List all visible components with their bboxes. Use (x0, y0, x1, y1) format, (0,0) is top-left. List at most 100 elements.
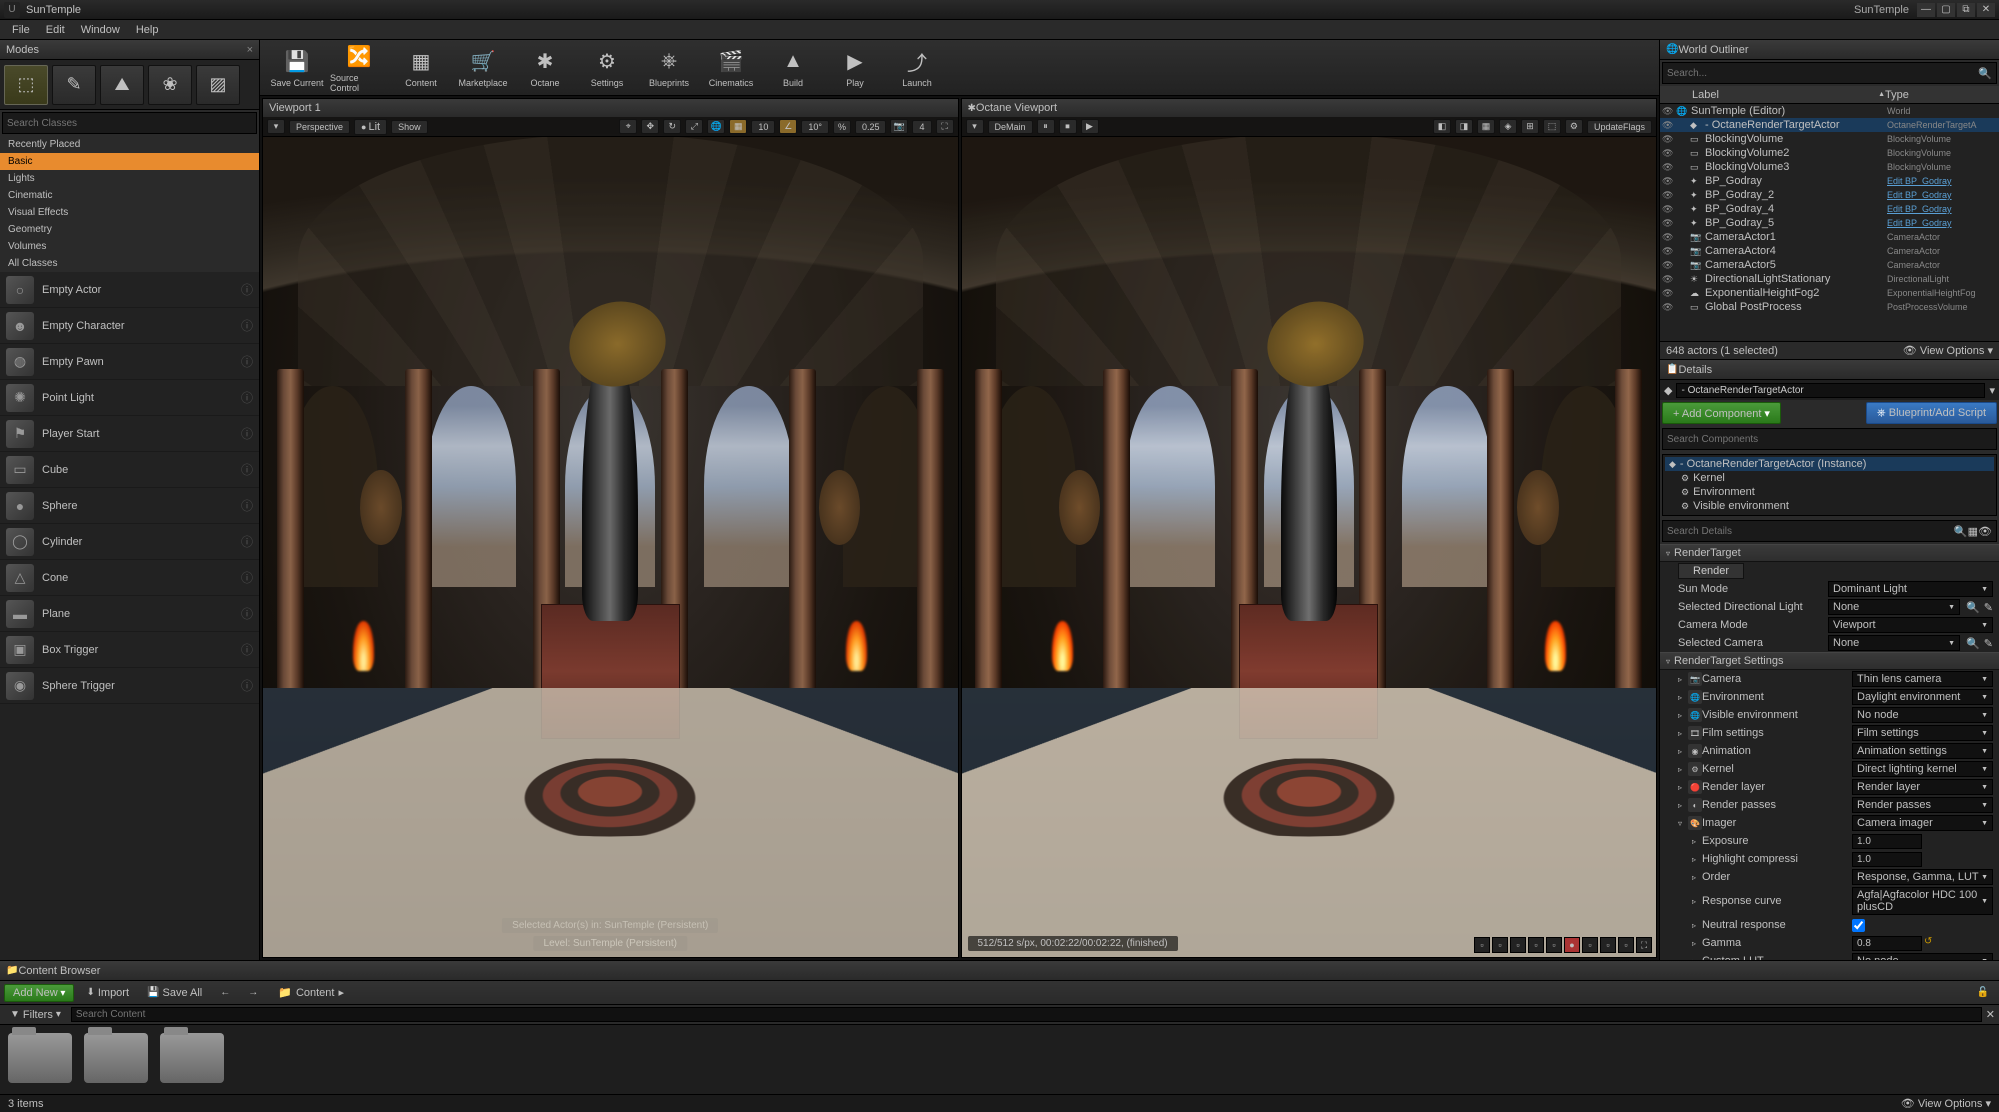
vp1-transform-select-icon[interactable]: ⌖ (619, 119, 637, 134)
restore-button[interactable]: ⧉ (1957, 3, 1975, 17)
placeable-cone[interactable]: △Coneⓘ (0, 560, 259, 596)
vp2-tool-e-icon[interactable]: ⊞ (1521, 119, 1539, 134)
vp1-transform-rotate-icon[interactable]: ↻ (663, 119, 681, 134)
blueprint-button[interactable]: ⎈ Blueprint/Add Script (1866, 402, 1997, 424)
combo[interactable]: Film settings▼ (1852, 725, 1993, 741)
info-icon[interactable]: ⓘ (241, 425, 253, 442)
combo[interactable]: No node▼ (1852, 953, 1993, 960)
outliner-row[interactable]: 👁▭BlockingVolume3BlockingVolume (1660, 160, 1999, 174)
combo[interactable]: Daylight environment▼ (1852, 689, 1993, 705)
vp2-menu-icon[interactable]: ▾ (966, 119, 984, 134)
minimize-button[interactable]: — (1917, 3, 1935, 17)
cb-body[interactable] (0, 1025, 1999, 1094)
info-icon[interactable]: ⓘ (241, 281, 253, 298)
outliner-search[interactable]: 🔍 (1662, 62, 1997, 84)
content-browser-tab[interactable]: 📁 Content Browser (0, 961, 1999, 981)
vp2-tool-f-icon[interactable]: ⬚ (1543, 119, 1561, 134)
toolbar-content-button[interactable]: ▦Content (392, 43, 450, 93)
info-icon[interactable]: ⓘ (241, 317, 253, 334)
outliner-row[interactable]: 👁▭BlockingVolume2BlockingVolume (1660, 146, 1999, 160)
combo[interactable]: Direct lighting kernel▼ (1852, 761, 1993, 777)
placeable-box-trigger[interactable]: ▣Box Triggerⓘ (0, 632, 259, 668)
outliner-search-input[interactable] (1667, 68, 1978, 79)
menu-edit[interactable]: Edit (38, 22, 73, 38)
vp1-snap-scale-icon[interactable]: % (833, 120, 851, 134)
vp2-ico-8[interactable]: ▫ (1618, 937, 1634, 953)
vp1-lit-button[interactable]: ● Lit (354, 119, 387, 135)
info-icon[interactable]: ⓘ (241, 677, 253, 694)
vp1-snap-grid-icon[interactable]: ▦ (729, 119, 747, 134)
visibility-icon[interactable]: 👁 (1662, 274, 1676, 285)
toolbar-octane-button[interactable]: ✱Octane (516, 43, 574, 93)
mode-paint-button[interactable]: ✎ (52, 65, 96, 105)
info-icon[interactable]: ⓘ (241, 353, 253, 370)
mode-place-button[interactable]: ⬚ (4, 65, 48, 105)
vp2-ico-7[interactable]: ▫ (1600, 937, 1616, 953)
toolbar-build-button[interactable]: ▲Build (764, 43, 822, 93)
info-icon[interactable]: ⓘ (241, 569, 253, 586)
vp1-transform-move-icon[interactable]: ✥ (641, 119, 659, 134)
spinbox[interactable] (1852, 852, 1922, 867)
cb-addnew-button[interactable]: Add New ▾ (4, 984, 74, 1002)
vp1-camera-icon[interactable]: 📷 (890, 119, 908, 134)
menu-file[interactable]: File (4, 22, 38, 38)
combo[interactable]: None▼ (1828, 599, 1960, 615)
cb-breadcrumb[interactable]: 📁 Content ▸ (278, 986, 344, 999)
category-volumes[interactable]: Volumes (0, 238, 259, 255)
outliner-row[interactable]: 👁◆- OctaneRenderTargetActorOctaneRenderT… (1660, 118, 1999, 132)
vp1-snap-scale-value[interactable]: 0.25 (855, 120, 887, 134)
visibility-icon[interactable]: 👁 (1662, 288, 1676, 299)
menu-window[interactable]: Window (73, 22, 128, 38)
outliner-row[interactable]: 👁☀DirectionalLightStationaryDirectionalL… (1660, 272, 1999, 286)
render-button[interactable]: Render (1678, 563, 1744, 579)
reset-icon[interactable]: ↺ (1924, 936, 1938, 950)
component-environment[interactable]: ⚙Environment (1665, 485, 1994, 499)
spinbox[interactable] (1852, 834, 1922, 849)
cb-search-input[interactable] (71, 1007, 1982, 1022)
reset-icon[interactable]: ✎ (1984, 637, 1993, 650)
vp2-tool-d-icon[interactable]: ◈ (1499, 119, 1517, 134)
category-all-classes[interactable]: All Classes (0, 255, 259, 272)
placeable-empty-character[interactable]: ☻Empty Characterⓘ (0, 308, 259, 344)
toolbar-launch-button[interactable]: ⤴Launch (888, 43, 946, 93)
modes-tab[interactable]: Modes × (0, 40, 259, 60)
combo[interactable]: Dominant Light▼ (1828, 581, 1993, 597)
classes-search[interactable] (2, 112, 257, 134)
cb-viewoptions[interactable]: 👁 View Options ▾ (1901, 1097, 1991, 1110)
placeable-cylinder[interactable]: ◯Cylinderⓘ (0, 524, 259, 560)
outliner-row[interactable]: 👁☁ExponentialHeightFog2ExponentialHeight… (1660, 286, 1999, 300)
category-cinematic[interactable]: Cinematic (0, 187, 259, 204)
vp1-snap-angle-icon[interactable]: ∠ (779, 119, 797, 134)
details-search-input[interactable] (1667, 526, 1954, 537)
toolbar-cinematics-button[interactable]: 🎬Cinematics (702, 43, 760, 93)
placeable-empty-actor[interactable]: ○Empty Actorⓘ (0, 272, 259, 308)
vp1-show-button[interactable]: Show (391, 120, 428, 134)
combo[interactable]: None▼ (1828, 635, 1960, 651)
combo[interactable]: Render passes▼ (1852, 797, 1993, 813)
viewport1-canvas[interactable]: Selected Actor(s) in: SunTemple (Persist… (263, 117, 958, 957)
vp2-stop-icon[interactable]: ⏹ (1059, 119, 1077, 134)
vp1-menu-icon[interactable]: ▾ (267, 119, 285, 134)
visibility-icon[interactable]: 👁 (1662, 148, 1676, 159)
visibility-icon[interactable]: 👁 (1662, 190, 1676, 201)
cb-filters-button[interactable]: ▼ Filters ▾ (4, 1007, 67, 1023)
info-icon[interactable]: ⓘ (241, 389, 253, 406)
toolbar-blueprints-button[interactable]: ⎈Blueprints (640, 43, 698, 93)
vp1-perspective-button[interactable]: Perspective (289, 120, 350, 134)
octane-viewport[interactable]: ✱ Octane Viewport ▾ DeMain ⏸ ⏹ ▶ ◧ ◨ ▦ ◈… (961, 98, 1658, 958)
toolbar-play-button[interactable]: ▶Play (826, 43, 884, 93)
vp1-snap-grid-value[interactable]: 10 (751, 120, 775, 134)
category-visual-effects[interactable]: Visual Effects (0, 204, 259, 221)
info-icon[interactable]: ⓘ (241, 641, 253, 658)
cb-saveall-button[interactable]: 💾 Save All (141, 985, 208, 1001)
actor-name-input[interactable] (1676, 383, 1985, 398)
outliner-col-label[interactable]: Label (1692, 89, 1878, 101)
vp2-tool-a-icon[interactable]: ◧ (1433, 119, 1451, 134)
vp2-demain-button[interactable]: DeMain (988, 120, 1033, 134)
outliner-row[interactable]: 👁✦BP_Godray_2Edit BP_Godray (1660, 188, 1999, 202)
placeable-cube[interactable]: ▭Cubeⓘ (0, 452, 259, 488)
spinbox[interactable] (1852, 936, 1922, 951)
visibility-icon[interactable]: 👁 (1662, 260, 1676, 271)
cb-import-button[interactable]: ⬇ Import (80, 985, 135, 1001)
component-kernel[interactable]: ⚙Kernel (1665, 471, 1994, 485)
